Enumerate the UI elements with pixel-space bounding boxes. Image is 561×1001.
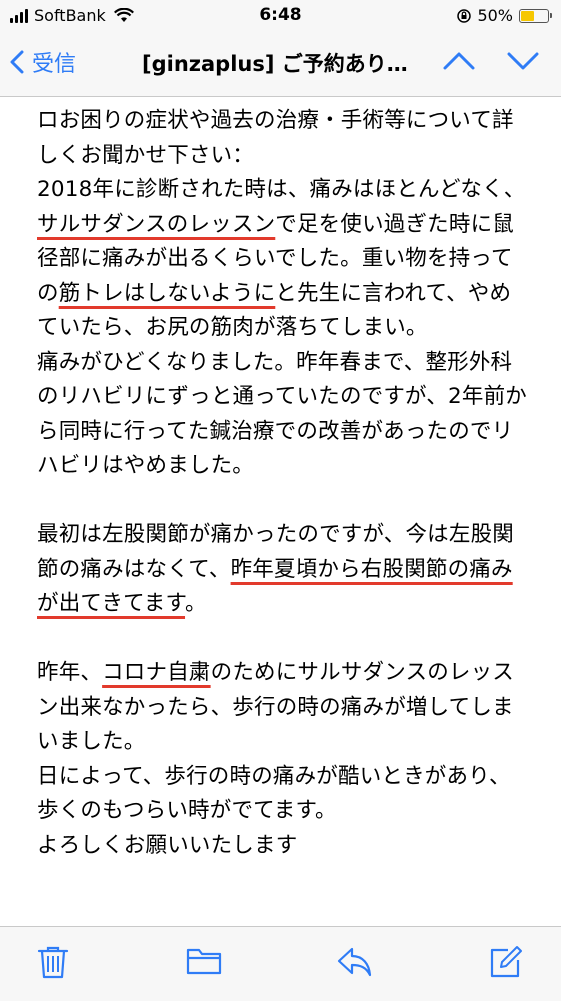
email-paragraph	[37, 484, 529, 519]
email-text: 日によって、歩行の時の痛みが酷いときがあり、歩くのもつらい時がでてます。	[37, 763, 511, 824]
bottom-toolbar	[0, 926, 561, 1001]
highlighted-text: コロナ自粛	[102, 660, 211, 685]
chevron-up-icon	[443, 52, 475, 70]
email-subject-title: [ginzaplus] ご予約あり…	[142, 52, 408, 76]
email-paragraph: 痛みがひどくなりました。昨年春まで、整形外科のリハビリにずっと通っていたのですが…	[37, 346, 529, 484]
battery-percent: 50%	[477, 6, 513, 25]
battery-fill	[521, 10, 534, 21]
move-to-folder-button[interactable]	[186, 945, 222, 979]
compose-icon	[490, 946, 522, 978]
email-paragraph: よろしくお願いいたします	[37, 829, 529, 864]
next-message-button[interactable]	[506, 50, 540, 76]
chevron-down-icon	[507, 52, 539, 70]
status-right: 50%	[457, 6, 552, 25]
trash-button[interactable]	[37, 945, 69, 983]
email-paragraph: ロお困りの症状や過去の治療・手術等について詳しくお聞かせ下さい：	[37, 104, 529, 173]
trash-icon	[37, 946, 69, 979]
back-button[interactable]: 受信	[10, 46, 76, 78]
email-text: 昨年、	[37, 660, 103, 685]
nav-bar: 受信 [ginzaplus] ご予約あり…	[0, 32, 561, 97]
email-text: 。	[185, 591, 207, 616]
compose-button[interactable]	[488, 945, 522, 983]
email-text	[37, 488, 44, 513]
reply-button[interactable]	[336, 945, 372, 981]
battery-icon	[519, 8, 552, 23]
email-paragraph: 昨年、コロナ自粛のためにサルサダンスのレッスン出来なかったら、歩行の時の痛みが増…	[37, 656, 529, 760]
highlighted-text: 筋トレはしないように	[58, 280, 276, 306]
previous-message-button[interactable]	[442, 50, 476, 76]
back-button-label: 受信	[32, 52, 77, 77]
email-paragraph	[37, 622, 529, 657]
reply-icon	[337, 947, 372, 977]
chevron-left-icon	[10, 50, 24, 74]
email-body: ロお困りの症状や過去の治療・手術等について詳しくお聞かせ下さい： 2018年に診断…	[37, 104, 529, 924]
folder-icon	[186, 948, 222, 975]
email-paragraph: 最初は左股関節が痛かったのですが、今は左股関節の痛みはなくて、昨年夏頃から右股関…	[37, 518, 529, 622]
email-text: よろしくお願いいたします	[37, 832, 298, 858]
highlighted-text: サルサダンスのレッスン	[37, 211, 276, 237]
status-bar: SoftBank 6:48 50%	[0, 0, 561, 32]
orientation-lock-icon	[457, 8, 472, 23]
email-text: 2018年に診断された時は、痛みはほとんどなく、	[37, 177, 526, 202]
email-text	[37, 626, 44, 651]
email-text: ロお困りの症状や過去の治療・手術等について詳しくお聞かせ下さい：	[37, 108, 514, 168]
email-text: 痛みがひどくなりました。昨年春まで、整形外科のリハビリにずっと通っていたのですが…	[37, 349, 527, 479]
email-paragraph: 2018年に診断された時は、痛みはほとんどなく、サルサダンスのレッスンで足を使い…	[37, 173, 529, 346]
email-paragraph: 日によって、歩行の時の痛みが酷いときがあり、歩くのもつらい時がでてます。	[37, 760, 529, 829]
